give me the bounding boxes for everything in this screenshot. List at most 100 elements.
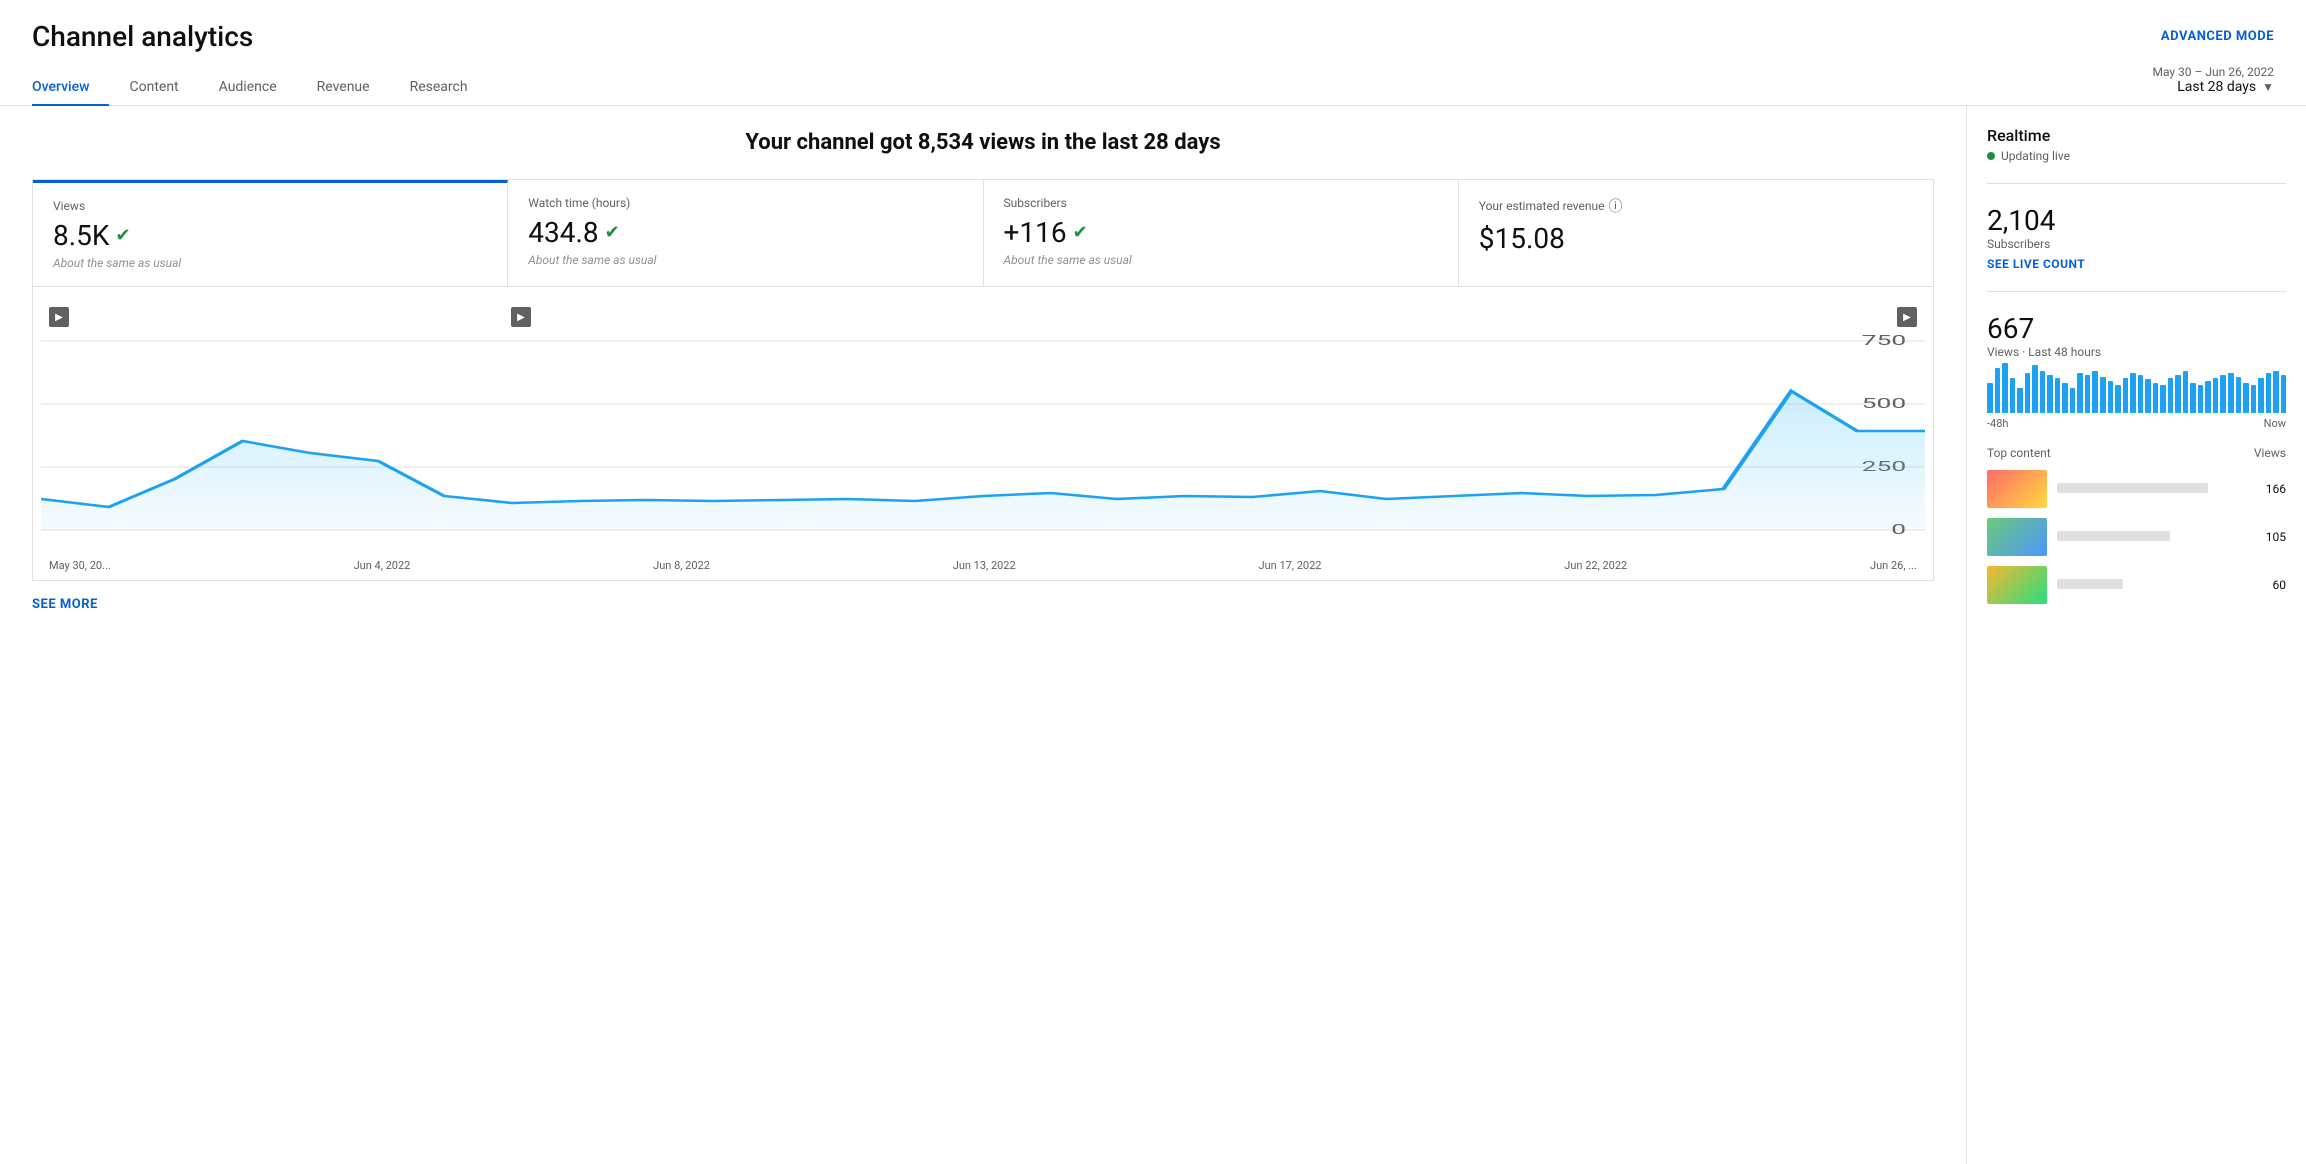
bar-item [2236, 377, 2242, 413]
content-bar-0 [2057, 483, 2208, 493]
top-content-section: Top content Views 166 105 [1987, 446, 2286, 604]
chart-area: ▶ ▶ ▶ ▶ ▶ ▶ ▶ ▶ ▶ [32, 287, 1934, 581]
metric-card-views[interactable]: Views 8.5K ✔ About the same as usual [33, 180, 508, 286]
video-marker-1[interactable]: ▶ [49, 307, 69, 327]
bar-item [2153, 383, 2159, 413]
bar-item [2258, 378, 2264, 413]
check-icon-views: ✔ [115, 225, 130, 246]
metric-value-revenue: $15.08 [1479, 222, 1913, 255]
views-48h-label: Views · Last 48 hours [1987, 345, 2286, 359]
see-live-count-button[interactable]: SEE LIVE COUNT [1987, 257, 2286, 271]
check-icon-watchtime: ✔ [605, 222, 620, 243]
tab-content[interactable]: Content [109, 69, 198, 105]
tab-revenue[interactable]: Revenue [297, 69, 390, 105]
bar-item [2205, 381, 2211, 413]
main-content: Your channel got 8,534 views in the last… [0, 106, 2306, 1164]
video-marker-2[interactable]: ▶ [511, 307, 531, 327]
content-bar-2 [2057, 579, 2123, 589]
bar-item [1987, 383, 1993, 413]
see-more-button[interactable]: SEE MORE [32, 597, 1934, 612]
content-bar-1 [2057, 531, 2170, 541]
metric-value-views: 8.5K ✔ [53, 219, 487, 252]
content-item-0[interactable]: 166 [1987, 470, 2286, 508]
content-item-1[interactable]: 105 [1987, 518, 2286, 556]
bar-item [2213, 378, 2219, 413]
bar-item [2092, 371, 2098, 413]
bar-item [2220, 375, 2226, 413]
content-thumbnail-2 [1987, 566, 2047, 604]
metric-card-revenue[interactable]: Your estimated revenue ⓘ $15.08 [1459, 180, 1933, 286]
bar-item [2077, 373, 2083, 413]
bar-item [2123, 378, 2129, 413]
bar-item [2228, 373, 2234, 413]
views-48h-section: 667 Views · Last 48 hours -48h Now [1987, 312, 2286, 430]
bar-item [2168, 378, 2174, 413]
metric-value-watchtime: 434.8 ✔ [528, 216, 962, 249]
bar-chart-bars [1987, 363, 2286, 413]
bar-item [1995, 368, 2001, 413]
bar-item [2130, 373, 2136, 413]
metric-card-watchtime[interactable]: Watch time (hours) 434.8 ✔ About the sam… [508, 180, 983, 286]
tabs-row: Overview Content Audience Revenue Resear… [0, 53, 2306, 106]
top-content-views-label: Views [2254, 446, 2286, 460]
date-preset-row: Last 28 days ▼ [2177, 79, 2274, 95]
header: Channel analytics ADVANCED MODE [0, 0, 2306, 53]
x-label-4: Jun 17, 2022 [1259, 559, 1322, 572]
bar-item [2266, 373, 2272, 413]
bar-item [2085, 375, 2091, 413]
chevron-down-icon: ▼ [2262, 80, 2274, 94]
chart-x-labels: May 30, 20... Jun 4, 2022 Jun 8, 2022 Ju… [41, 555, 1925, 572]
tab-audience[interactable]: Audience [199, 69, 297, 105]
bar-item [2002, 363, 2008, 413]
bar-item [2198, 385, 2204, 413]
subscriber-count: 2,104 [1987, 204, 2286, 237]
metric-card-subscribers[interactable]: Subscribers +116 ✔ About the same as usu… [984, 180, 1459, 286]
bar-item [2070, 388, 2076, 413]
tab-research[interactable]: Research [390, 69, 488, 105]
bar-item [2047, 375, 2053, 413]
bar-item [2025, 373, 2031, 413]
right-panel: Realtime Updating live 2,104 Subscribers… [1966, 106, 2306, 1164]
line-chart: 750 500 250 0 [41, 331, 1925, 551]
updating-live: Updating live [1987, 149, 2286, 163]
channel-summary: Your channel got 8,534 views in the last… [32, 130, 1934, 155]
date-preset: Last 28 days [2177, 79, 2256, 95]
info-icon[interactable]: ⓘ [1609, 196, 1623, 216]
svg-text:750: 750 [1862, 332, 1906, 349]
video-marker-3[interactable]: ▶ [1897, 307, 1917, 327]
svg-text:500: 500 [1862, 395, 1906, 412]
bar-item [2108, 381, 2114, 413]
subscriber-label: Subscribers [1987, 237, 2286, 251]
metric-note-views: About the same as usual [53, 256, 487, 270]
bar-item [2145, 379, 2151, 413]
bar-item [2010, 378, 2016, 413]
bar-chart-48h [1987, 363, 2286, 413]
bar-item [2183, 371, 2189, 413]
metric-note-subscribers: About the same as usual [1004, 253, 1438, 267]
bar-item [2138, 375, 2144, 413]
bar-item [2281, 375, 2287, 413]
bar-item [2115, 385, 2121, 413]
top-content-label: Top content [1987, 446, 2051, 460]
content-item-2[interactable]: 60 [1987, 566, 2286, 604]
bar-item [2190, 383, 2196, 413]
page-title: Channel analytics [32, 20, 253, 53]
bar-x-label-left: -48h [1987, 417, 2008, 430]
bar-x-label-right: Now [2264, 417, 2286, 430]
tab-overview[interactable]: Overview [32, 69, 109, 105]
advanced-mode-button[interactable]: ADVANCED MODE [2161, 29, 2274, 44]
metric-note-watchtime: About the same as usual [528, 253, 962, 267]
date-range: May 30 – Jun 26, 2022 [2152, 65, 2274, 79]
bar-item [2175, 375, 2181, 413]
x-label-5: Jun 22, 2022 [1564, 559, 1627, 572]
bar-x-labels: -48h Now [1987, 417, 2286, 430]
bar-item [2062, 383, 2068, 413]
bar-item [2251, 385, 2257, 413]
bar-item [2243, 383, 2249, 413]
metric-label-views: Views [53, 199, 487, 213]
views-48h-count: 667 [1987, 312, 2286, 345]
tabs: Overview Content Audience Revenue Resear… [32, 69, 488, 105]
content-bar-wrap-1 [2057, 531, 2246, 543]
date-picker[interactable]: May 30 – Jun 26, 2022 Last 28 days ▼ [2152, 65, 2274, 105]
content-bar-wrap-0 [2057, 483, 2246, 495]
